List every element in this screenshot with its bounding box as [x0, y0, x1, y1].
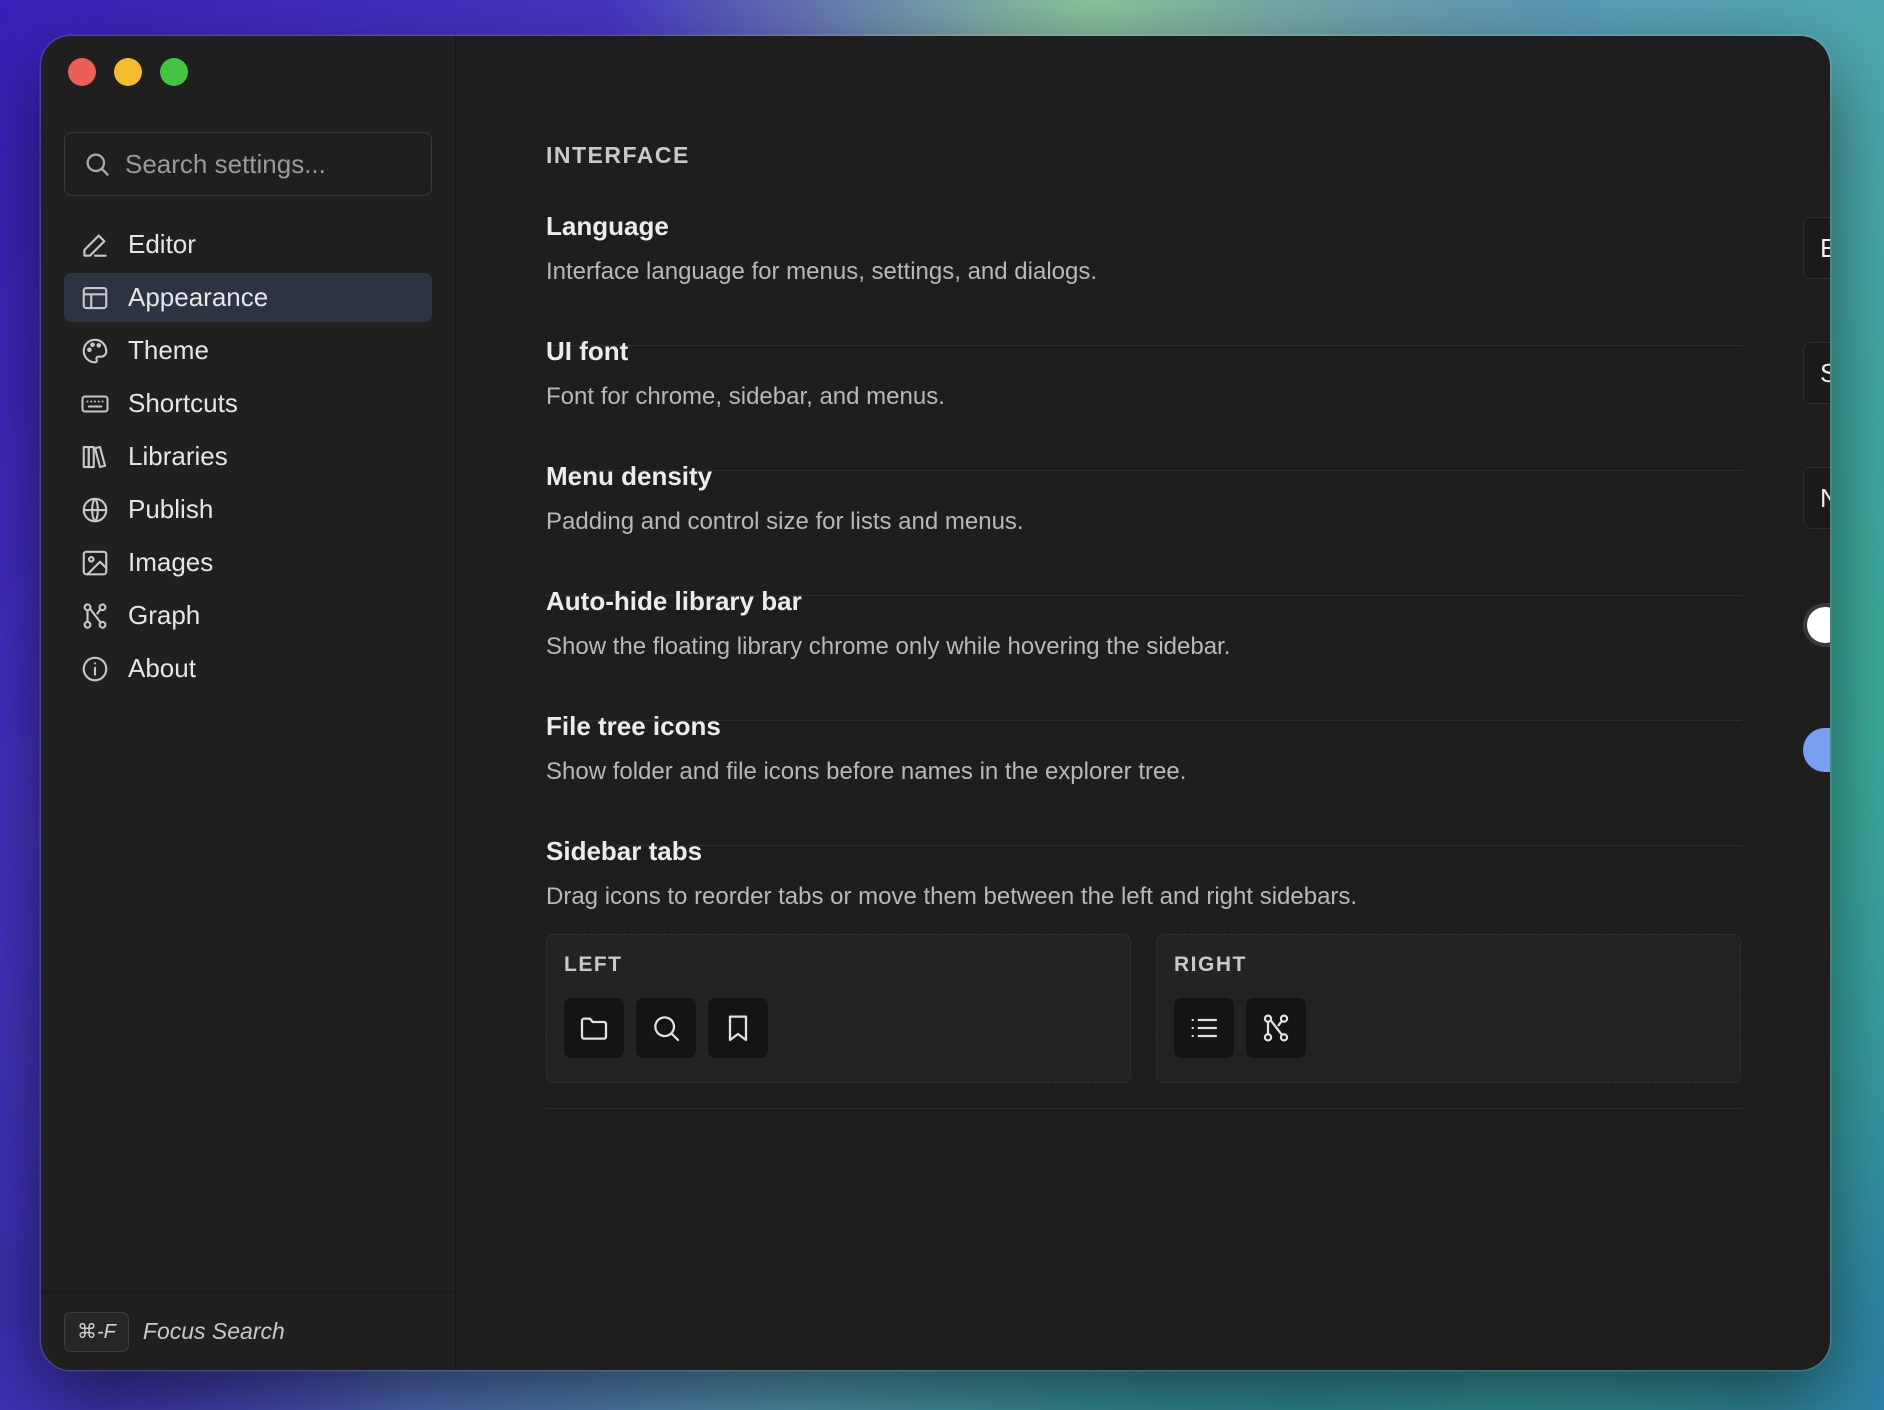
sidebar-item-appearance[interactable]: Appearance: [64, 273, 432, 322]
settings-content: INTERFACE Language Interface language fo…: [456, 36, 1830, 1370]
library-icon: [82, 445, 107, 468]
search-box[interactable]: [64, 132, 432, 196]
search-icon: [654, 1016, 680, 1042]
setting-row-menu-density: Menu density Padding and control size fo…: [546, 461, 1742, 596]
setting-title: Language: [546, 211, 669, 241]
right-sidebar-zone[interactable]: RIGHT: [1156, 934, 1741, 1083]
setting-description: Show the floating library chrome only wh…: [546, 633, 1231, 660]
list-icon: [1191, 1018, 1218, 1038]
menu-density-select[interactable]: Normal: [1803, 467, 1830, 529]
left-sidebar-zone[interactable]: LEFT: [546, 934, 1131, 1083]
sidebar-item-label: Theme: [128, 335, 209, 365]
zoom-window-button[interactable]: [160, 58, 188, 86]
sidebar-tab-zones: LEFT RIGHT: [546, 934, 1742, 1083]
tab-graph[interactable]: [1246, 998, 1306, 1058]
setting-row-sidebar-tabs: Sidebar tabs Drag icons to reorder tabs …: [546, 836, 1742, 936]
tab-bookmarks[interactable]: [708, 998, 768, 1058]
zone-label: RIGHT: [1174, 953, 1247, 976]
minimize-window-button[interactable]: [114, 58, 142, 86]
layout-icon: [82, 286, 108, 309]
search-icon: [86, 153, 109, 176]
settings-window: Editor Appearance Theme Shortcuts Librar…: [41, 36, 1830, 1370]
zone-icons: [1174, 998, 1723, 1058]
sidebar-item-libraries[interactable]: Libraries: [64, 432, 432, 481]
settings-nav: Editor Appearance Theme Shortcuts Librar…: [64, 220, 432, 697]
keyboard-icon: [81, 395, 109, 412]
sidebar-item-about[interactable]: About: [64, 644, 432, 693]
sidebar-item-label: Appearance: [128, 282, 269, 312]
sidebar-item-images[interactable]: Images: [64, 538, 432, 587]
setting-description: Show folder and file icons before names …: [546, 758, 1187, 785]
setting-row-language: Language Interface language for menus, s…: [546, 211, 1742, 346]
sidebar-item-label: Editor: [128, 229, 196, 259]
globe-icon: [82, 497, 108, 522]
setting-description: Font for chrome, sidebar, and menus.: [546, 383, 945, 410]
sidebar-item-label: Publish: [128, 494, 214, 524]
sidebar-item-editor[interactable]: Editor: [64, 220, 432, 269]
image-icon: [82, 550, 108, 575]
setting-title: Auto-hide library bar: [546, 586, 802, 616]
select-value: Normal: [1820, 482, 1830, 513]
setting-row-file-tree-icons: File tree icons Show folder and file ico…: [546, 711, 1742, 846]
shortcut-key-badge: ⌘-F: [64, 1311, 129, 1352]
language-select[interactable]: English: [1803, 217, 1830, 279]
sidebar-item-label: Libraries: [128, 441, 228, 471]
bookmark-icon: [728, 1015, 748, 1042]
sidebar-footer: ⌘-F Focus Search: [41, 1292, 455, 1370]
setting-description: Padding and control size for lists and m…: [546, 508, 1024, 535]
window-controls: [68, 58, 188, 86]
tab-outline[interactable]: [1174, 998, 1234, 1058]
setting-title: Menu density: [546, 461, 713, 491]
sidebar-item-graph[interactable]: Graph: [64, 591, 432, 640]
setting-title: File tree icons: [546, 711, 721, 741]
section-divider: [546, 1108, 1742, 1109]
file-tree-icons-toggle[interactable]: [1803, 728, 1830, 772]
section-title: INTERFACE: [546, 142, 690, 168]
select-value: System default: [1820, 357, 1830, 388]
sidebar-item-label: Graph: [128, 600, 201, 630]
graph-icon: [83, 602, 107, 629]
folder-icon: [580, 1017, 608, 1040]
setting-description: Drag icons to reorder tabs or move them …: [546, 883, 1358, 910]
setting-description: Interface language for menus, settings, …: [546, 258, 1098, 285]
toggle-knob: [1807, 607, 1830, 643]
sidebar: Editor Appearance Theme Shortcuts Librar…: [41, 36, 456, 1370]
auto-hide-toggle[interactable]: [1803, 603, 1830, 647]
zone-icons: [564, 998, 1113, 1058]
close-window-button[interactable]: [68, 58, 96, 86]
info-icon: [82, 656, 108, 681]
tab-files[interactable]: [564, 998, 624, 1058]
select-value: English: [1820, 232, 1830, 263]
focus-search-hint: Focus Search: [142, 1318, 285, 1344]
sidebar-item-label: About: [128, 653, 196, 683]
search-input[interactable]: [125, 148, 415, 180]
sidebar-item-publish[interactable]: Publish: [64, 485, 432, 534]
setting-row-ui-font: UI font Font for chrome, sidebar, and me…: [546, 336, 1742, 471]
graph-icon: [1263, 1014, 1289, 1042]
ui-font-select[interactable]: System default: [1803, 342, 1830, 404]
tab-search[interactable]: [636, 998, 696, 1058]
sidebar-item-shortcuts[interactable]: Shortcuts: [64, 379, 432, 428]
setting-title: UI font: [546, 336, 629, 366]
zone-label: LEFT: [564, 953, 623, 976]
sidebar-item-label: Shortcuts: [128, 388, 238, 418]
palette-icon: [82, 338, 108, 363]
setting-row-auto-hide: Auto-hide library bar Show the floating …: [546, 586, 1742, 721]
setting-title: Sidebar tabs: [546, 836, 703, 866]
sidebar-item-theme[interactable]: Theme: [64, 326, 432, 375]
sidebar-item-label: Images: [128, 547, 214, 577]
pencil-icon: [83, 234, 107, 257]
